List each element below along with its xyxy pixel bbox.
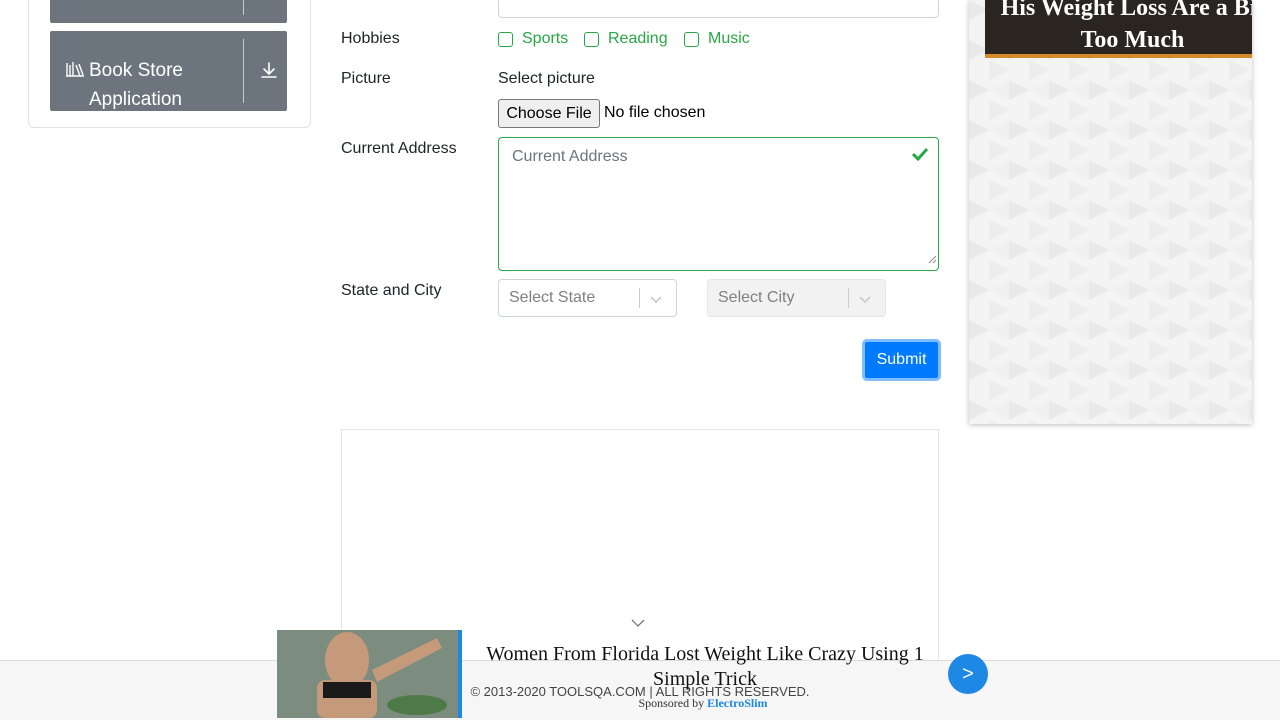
sidebar-group-book-store[interactable]: Book Store Application bbox=[50, 31, 287, 111]
hobbies-label: Hobbies bbox=[341, 30, 400, 47]
checkbox-box[interactable] bbox=[684, 31, 699, 47]
ad-next-button[interactable]: > bbox=[948, 654, 988, 694]
ad-headline-line1: His Weight Loss Are a Bit bbox=[1000, 0, 1252, 21]
checkbox-box[interactable] bbox=[584, 31, 599, 47]
textarea-placeholder: Current Address bbox=[512, 148, 628, 165]
sidebar-group-label: Book Store Application bbox=[89, 60, 183, 110]
file-status-text: No file chosen bbox=[604, 104, 706, 121]
ad-headline[interactable]: Women From Florida Lost Weight Like Craz… bbox=[480, 642, 930, 692]
resize-grip-icon[interactable] bbox=[928, 251, 937, 269]
ad-background-pattern bbox=[969, 0, 1252, 424]
city-select[interactable]: Select City bbox=[707, 279, 886, 317]
chevron-down-icon[interactable] bbox=[858, 292, 872, 310]
checkmark-icon bbox=[911, 147, 929, 166]
choose-file-button[interactable]: Choose File bbox=[498, 99, 600, 128]
hobby-reading-checkbox[interactable]: Reading bbox=[584, 30, 668, 48]
ad-sponsor-line: Sponsored by ElectroSlim bbox=[577, 696, 829, 711]
select-separator bbox=[639, 288, 640, 308]
hobby-reading-label[interactable]: Reading bbox=[608, 30, 668, 48]
group-header-divider bbox=[243, 0, 244, 15]
sidebar-group-header-collapsed[interactable] bbox=[50, 0, 287, 23]
ad-headline-line2: Too Much bbox=[1080, 27, 1185, 53]
hobby-sports-label[interactable]: Sports bbox=[522, 30, 568, 48]
group-header-divider bbox=[243, 39, 244, 103]
books-icon bbox=[65, 61, 85, 82]
hobby-music-label[interactable]: Music bbox=[708, 30, 750, 48]
select-separator bbox=[848, 288, 849, 308]
subjects-input[interactable] bbox=[498, 0, 939, 18]
state-select[interactable]: Select State bbox=[498, 279, 677, 317]
city-placeholder: Select City bbox=[718, 289, 795, 306]
ad-thumbnail-image[interactable] bbox=[277, 630, 462, 718]
sponsor-name[interactable]: ElectroSlim bbox=[707, 696, 767, 710]
select-picture-label: Select picture bbox=[498, 70, 595, 87]
right-advertisement[interactable]: His Weight Loss Are a Bit Too Much bbox=[969, 0, 1252, 424]
submit-button[interactable]: Submit bbox=[862, 339, 941, 381]
current-address-textarea[interactable]: Current Address bbox=[498, 137, 939, 271]
ad-banner[interactable]: His Weight Loss Are a Bit Too Much bbox=[985, 0, 1252, 58]
checkbox-box[interactable] bbox=[498, 31, 513, 47]
state-placeholder: Select State bbox=[509, 289, 596, 306]
chevron-down-icon[interactable] bbox=[649, 292, 663, 310]
picture-label: Picture bbox=[341, 70, 391, 87]
state-city-label: State and City bbox=[341, 282, 442, 299]
sponsored-ad-overlay[interactable]: Women From Florida Lost Weight Like Craz… bbox=[277, 630, 993, 720]
sponsored-by-text: Sponsored by bbox=[638, 696, 705, 710]
hobby-music-checkbox[interactable]: Music bbox=[684, 30, 750, 48]
download-arrow-icon[interactable] bbox=[260, 61, 278, 84]
hobby-sports-checkbox[interactable]: Sports bbox=[498, 30, 568, 48]
current-address-label: Current Address bbox=[341, 140, 457, 157]
